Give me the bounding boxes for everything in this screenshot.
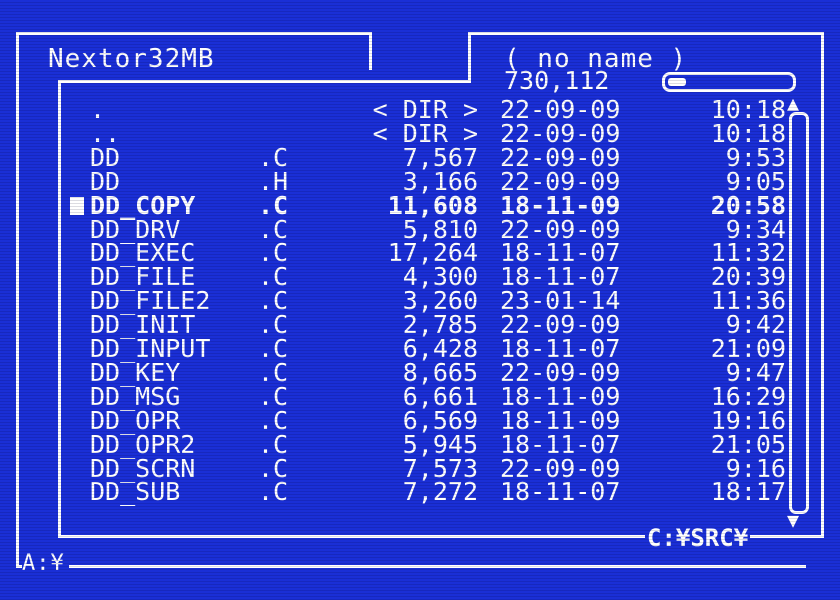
file-name: DD_OPR2 [90, 429, 196, 459]
left-panel-border-top [16, 32, 372, 35]
right-panel-tab-top [468, 32, 824, 35]
file-date: 18-11-07 [500, 477, 621, 507]
left-panel-path: A:¥ [22, 553, 69, 575]
file-ext: .C [258, 477, 289, 507]
file-row[interactable]: DD_SUB .C 7,272 18-11-07 18:17 [0, 477, 790, 507]
disk-usage-bar [662, 72, 796, 92]
file-time: 21:05 [710, 429, 786, 459]
left-drive-name: Nextor32MB [48, 44, 215, 74]
file-name: DD_COPY [90, 190, 196, 220]
selection-cursor [70, 196, 84, 215]
disk-usage-fill [668, 78, 686, 86]
left-panel-border-bottom [16, 565, 806, 568]
free-space: 730,112 [504, 66, 610, 95]
file-ext: .C [258, 190, 289, 220]
file-name: DD_SUB [90, 477, 181, 507]
file-row[interactable]: DD_OPR2 .C 5,945 18-11-07 21:05 [0, 429, 790, 459]
file-date: 18-11-09 [500, 190, 621, 220]
file-row[interactable]: DD_COPY .C 11,608 18-11-09 20:58 [0, 190, 790, 220]
scroll-up-arrow-icon[interactable]: ▲ [787, 93, 799, 113]
right-panel-path: C:¥SRC¥ [645, 524, 751, 552]
file-date: 18-11-07 [500, 429, 621, 459]
file-time: 20:58 [710, 190, 786, 220]
right-panel-border-right [821, 32, 824, 538]
file-size: 5,945 [402, 429, 478, 459]
scroll-down-arrow-icon[interactable]: ▼ [787, 510, 799, 530]
file-ext: .C [258, 429, 289, 459]
left-panel-border-right-stub [369, 32, 372, 70]
right-panel-border-top [58, 80, 471, 83]
file-size: 11,608 [387, 190, 478, 220]
file-time: 18:17 [710, 477, 786, 507]
right-panel-tab-left [468, 32, 471, 82]
file-size: 7,272 [402, 477, 478, 507]
scrollbar-track[interactable] [789, 112, 809, 514]
